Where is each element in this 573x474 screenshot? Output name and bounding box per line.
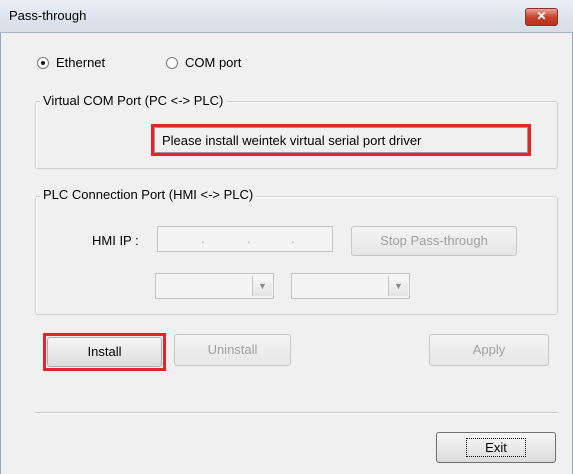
combo-right[interactable]: ▼: [291, 273, 410, 299]
radio-ethernet-label: Ethernet: [56, 55, 106, 70]
stop-pass-through-button[interactable]: Stop Pass-through: [351, 226, 517, 256]
radio-ethernet[interactable]: Ethernet: [37, 55, 105, 70]
hmi-ip-input[interactable]: . . .: [157, 226, 333, 252]
close-button[interactable]: ✕: [525, 8, 558, 26]
ip-dot-1: .: [201, 231, 205, 246]
close-icon: ✕: [536, 9, 547, 23]
exit-button-label: Exit: [466, 438, 526, 457]
ip-dot-2: .: [247, 231, 251, 246]
radio-com-port-indicator[interactable]: [166, 56, 178, 69]
chevron-down-icon[interactable]: ▼: [252, 276, 272, 296]
driver-status-text: Please install weintek virtual serial po…: [154, 127, 528, 153]
radio-com-port[interactable]: COM port: [166, 55, 241, 70]
chevron-down-icon[interactable]: ▼: [388, 276, 408, 296]
radio-com-port-label: COM port: [185, 55, 242, 70]
status-highlight-frame: Please install weintek virtual serial po…: [151, 124, 531, 156]
hmi-ip-label: HMI IP :: [92, 233, 139, 248]
plc-connection-group-label: PLC Connection Port (HMI <-> PLC): [40, 187, 257, 202]
separator: [35, 412, 558, 413]
virtual-com-group-label: Virtual COM Port (PC <-> PLC): [40, 93, 227, 108]
window-title: Pass-through: [9, 8, 87, 23]
combo-left[interactable]: ▼: [155, 273, 274, 299]
exit-button[interactable]: Exit: [436, 432, 556, 463]
uninstall-button[interactable]: Uninstall: [174, 334, 291, 366]
install-highlight-frame: Install: [43, 333, 166, 371]
ip-dot-3: .: [291, 231, 295, 246]
apply-button[interactable]: Apply: [429, 334, 549, 366]
install-button[interactable]: Install: [47, 337, 162, 367]
radio-ethernet-indicator[interactable]: [37, 56, 49, 69]
